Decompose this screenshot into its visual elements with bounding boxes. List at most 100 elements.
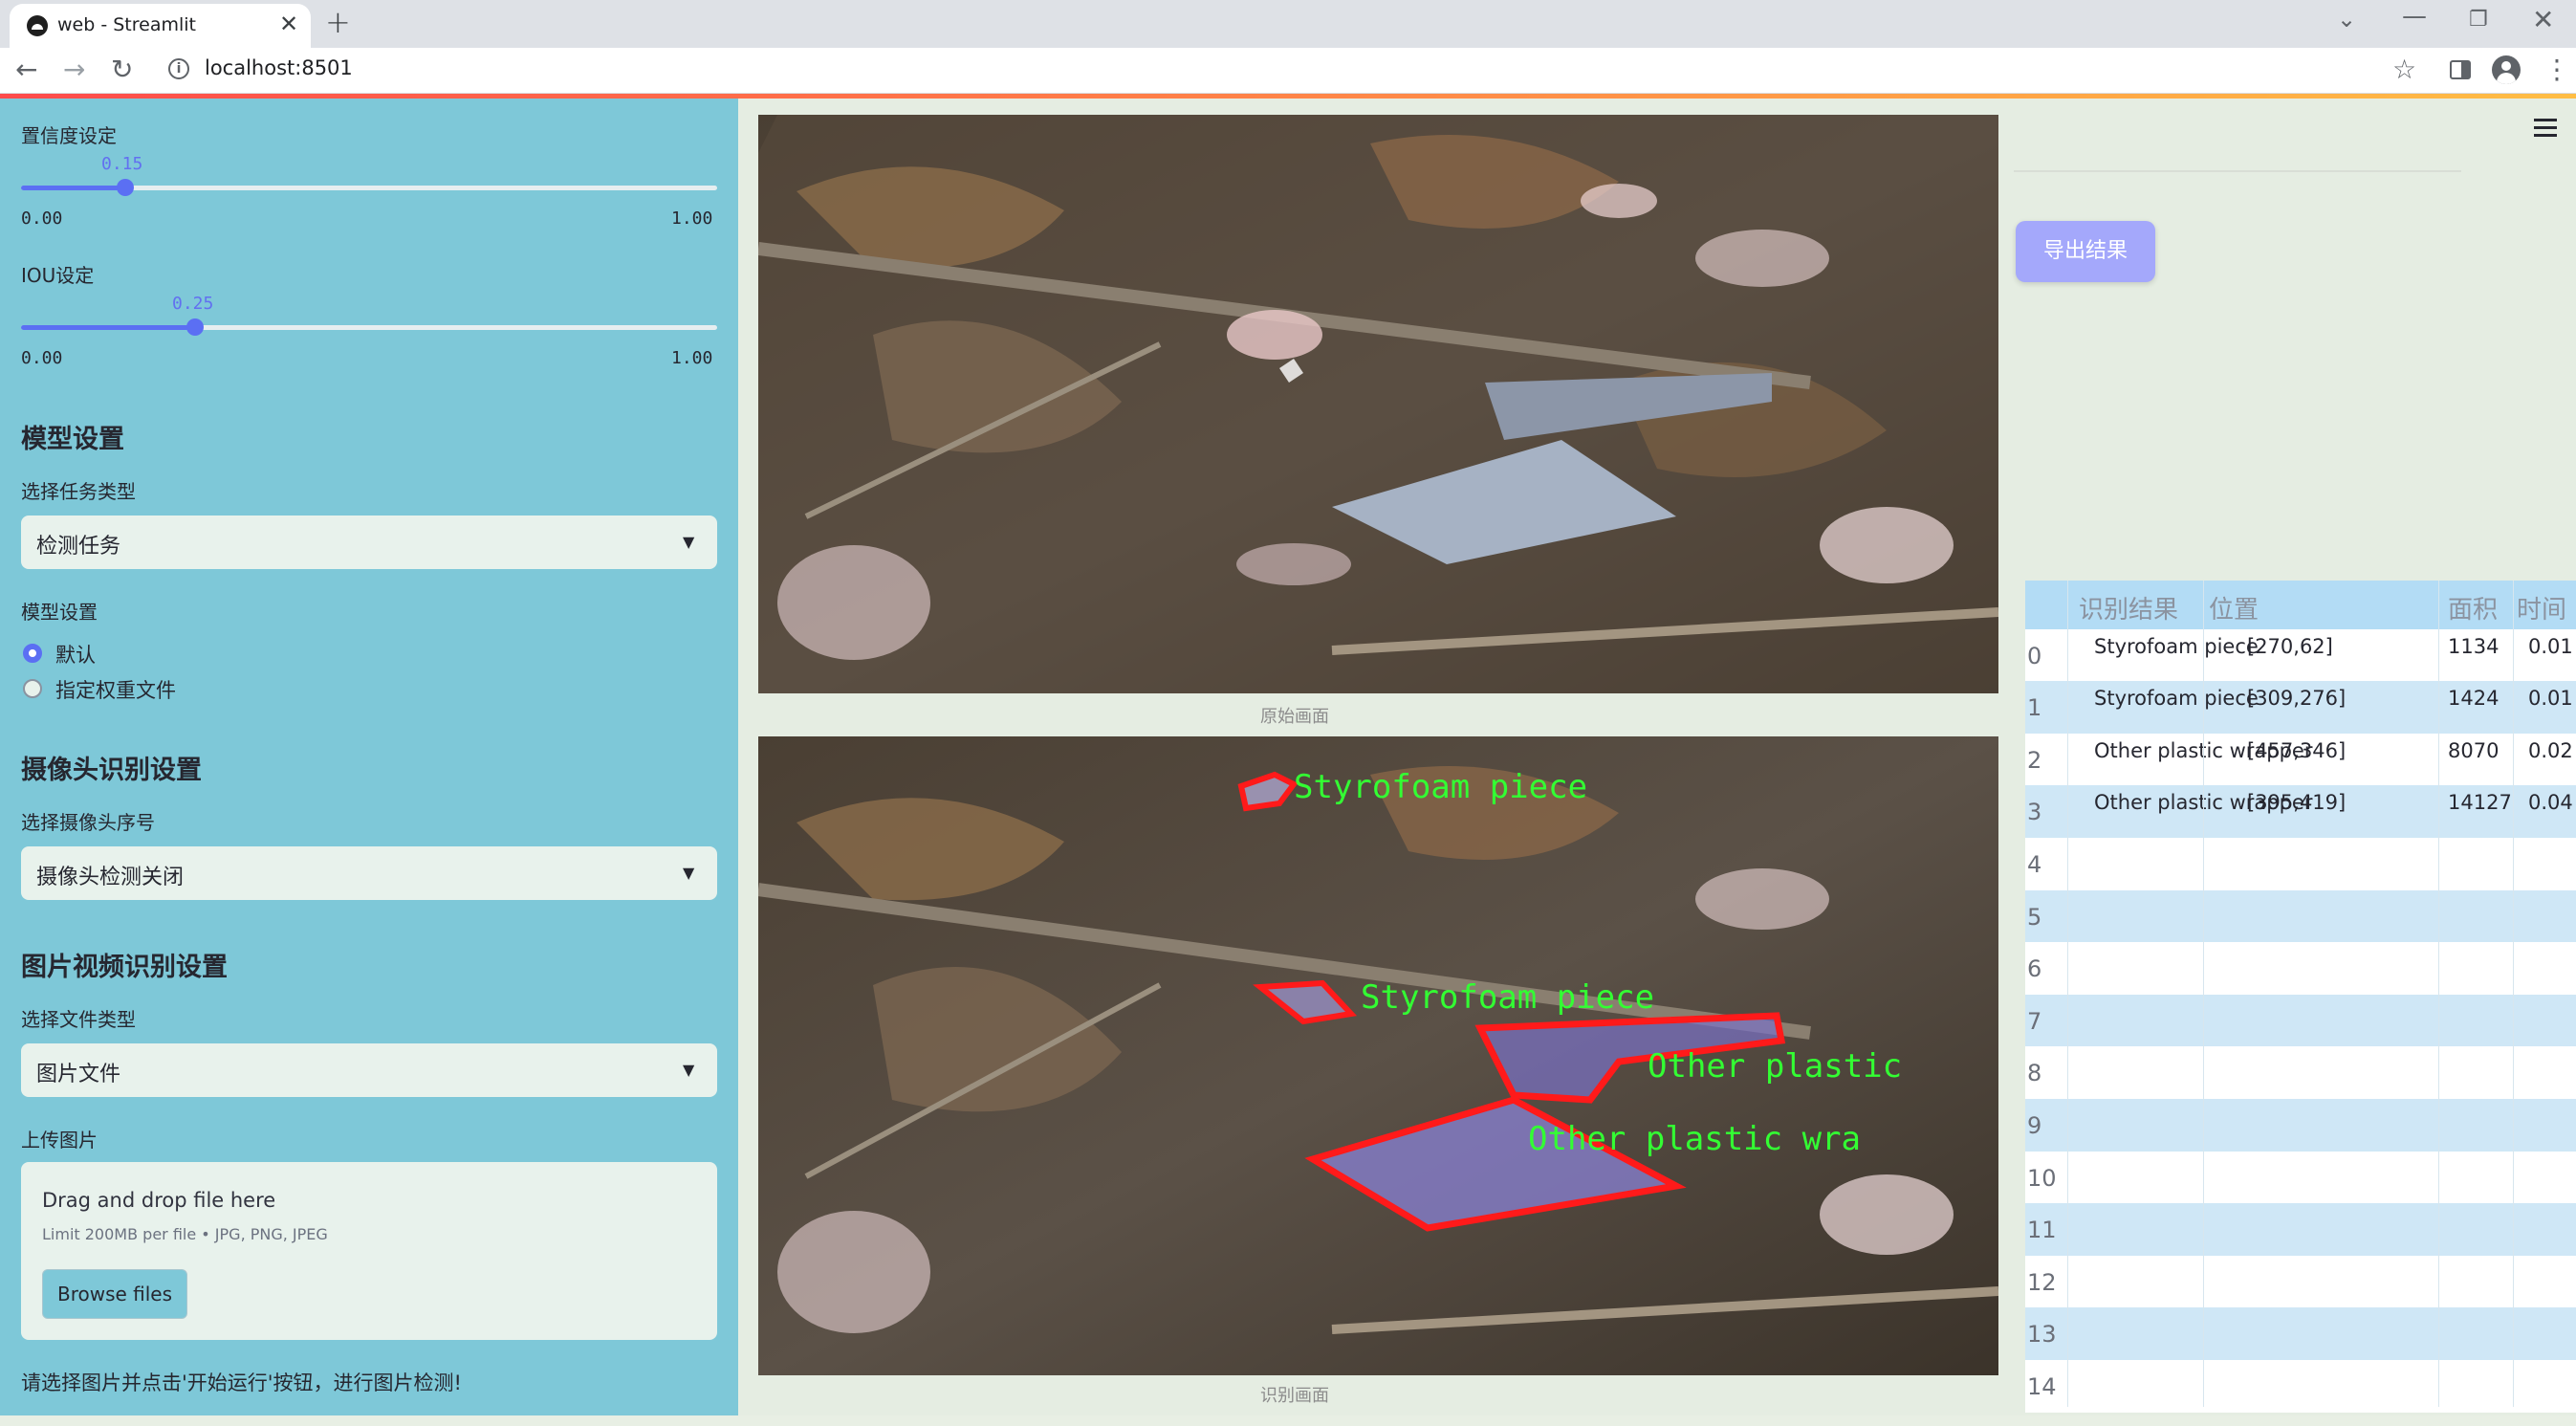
media-settings-header: 图片视频识别设置	[21, 953, 228, 982]
model-option-label: 模型设置	[21, 601, 98, 624]
browser-toolbar	[0, 48, 2576, 94]
table-row[interactable]: 6	[2025, 942, 2576, 995]
streamlit-favicon-icon	[27, 15, 48, 36]
table-cell-time: 0.02	[2528, 738, 2573, 762]
table-row[interactable]: 9	[2025, 1099, 2576, 1152]
side-panel-icon[interactable]	[2450, 60, 2471, 79]
back-arrow-icon[interactable]: ←	[15, 54, 37, 85]
camera-select-value: 摄像头检测关闭	[36, 866, 185, 889]
result-image: Styrofoam piece Styrofoam piece Other pl…	[758, 736, 1998, 1375]
confidence-value: 0.15	[101, 154, 143, 174]
table-cell-pos: [309,276]	[2247, 687, 2347, 711]
radio-default-label: 默认	[55, 644, 96, 667]
window-minimize-icon[interactable]: —	[2402, 2, 2427, 31]
profile-avatar-icon[interactable]	[2492, 55, 2521, 84]
dropzone-limit: Limit 200MB per file • JPG, PNG, JPEG	[42, 1225, 328, 1243]
detection-label-2: Styrofoam piece	[1361, 978, 1654, 1017]
table-cell-area: 8070	[2448, 738, 2500, 762]
confidence-label: 置信度设定	[21, 124, 117, 147]
new-tab-icon[interactable]: +	[325, 4, 351, 40]
file-type-select[interactable]: 图片文件 ▼	[21, 1043, 717, 1097]
detection-label-4: Other plastic wra	[1528, 1120, 1861, 1158]
table-row[interactable]: 12	[2025, 1255, 2576, 1308]
browser-tab[interactable]: web - Streamlit ✕	[10, 4, 311, 48]
iou-value: 0.25	[172, 294, 214, 314]
site-info-icon[interactable]: i	[168, 58, 189, 79]
file-type-label: 选择文件类型	[21, 1008, 136, 1031]
address-bar[interactable]: localhost:8501	[205, 56, 353, 79]
task-type-value: 检测任务	[36, 535, 121, 559]
table-cell-area: 14127	[2448, 791, 2512, 815]
table-row[interactable]: 8	[2025, 1046, 2576, 1099]
table-cell-pos: [457,346]	[2247, 738, 2347, 762]
table-cell-idx: 14	[2027, 1373, 2057, 1400]
table-row[interactable]: 7	[2025, 994, 2576, 1047]
task-type-select[interactable]: 检测任务 ▼	[21, 516, 717, 569]
camera-settings-header: 摄像头识别设置	[21, 756, 202, 785]
tab-close-icon[interactable]: ✕	[279, 11, 298, 37]
divider	[2014, 170, 2461, 172]
table-row[interactable]: 13	[2025, 1307, 2576, 1360]
camera-index-label: 选择摄像头序号	[21, 811, 155, 834]
reload-icon[interactable]: ↻	[111, 54, 133, 85]
table-cell-time: 0.01	[2528, 687, 2573, 711]
table-header-row: 识别结果 位置 面积 时间	[2025, 581, 2576, 633]
table-row[interactable]: 2 Other plastic wrapper [457,346] 8070 0.02	[2025, 733, 2576, 786]
table-row[interactable]: 0 Styrofoam piece [270,62] 1134 0.01	[2025, 628, 2576, 682]
table-row[interactable]: 4	[2025, 838, 2576, 890]
window-close-icon[interactable]: ✕	[2532, 4, 2554, 35]
file-type-value: 图片文件	[36, 1063, 121, 1086]
column-divider	[2203, 581, 2204, 1407]
detection-label-3: Other plastic	[1648, 1047, 1902, 1086]
detection-label-1: Styrofoam piece	[1294, 768, 1587, 806]
confidence-min: 0.00	[21, 208, 63, 229]
iou-slider-thumb[interactable]	[186, 318, 204, 336]
table-row[interactable]: 10	[2025, 1151, 2576, 1204]
table-cell-area: 1424	[2448, 687, 2500, 711]
table-cell-pos: [395,419]	[2247, 791, 2347, 815]
table-cell-area: 1134	[2448, 634, 2500, 658]
radio-custom-weights[interactable]	[23, 679, 42, 698]
table-cell-time: 0.01	[2528, 634, 2573, 658]
table-cell-result: Styrofoam piece	[2094, 634, 2259, 658]
bookmark-star-icon[interactable]: ☆	[2392, 54, 2416, 85]
chevron-down-icon: ▼	[683, 533, 695, 551]
model-settings-header: 模型设置	[21, 425, 124, 454]
table-cell-result: Styrofoam piece	[2094, 687, 2259, 711]
export-results-button[interactable]: 导出结果	[2016, 221, 2155, 282]
chevron-down-icon: ▼	[683, 864, 695, 882]
task-type-label: 选择任务类型	[21, 480, 136, 503]
browser-tab-bar	[0, 0, 2576, 48]
table-row[interactable]: 14	[2025, 1360, 2576, 1413]
confidence-slider-fill	[21, 186, 126, 190]
radio-default[interactable]	[23, 644, 42, 663]
tab-search-chevron-icon[interactable]: ⌄	[2337, 6, 2356, 33]
upload-label: 上传图片	[21, 1129, 98, 1152]
column-divider	[2513, 581, 2514, 1407]
table-row[interactable]: 3 Other plastic wrapper [395,419] 14127 0.04	[2025, 785, 2576, 838]
result-caption: 识别画面	[1260, 1386, 1329, 1406]
iou-max: 1.00	[671, 348, 713, 368]
browse-files-button[interactable]: Browse files	[42, 1269, 187, 1319]
table-cell-pos: [270,62]	[2247, 634, 2333, 658]
hint-text: 请选择图片并点击'开始运行'按钮，进行图片检测!	[21, 1371, 462, 1394]
camera-select[interactable]: 摄像头检测关闭 ▼	[21, 846, 717, 900]
original-caption: 原始画面	[1260, 707, 1329, 727]
radio-custom-weights-label: 指定权重文件	[55, 679, 176, 702]
column-divider	[2067, 581, 2068, 1407]
table-cell-time: 0.04	[2528, 791, 2573, 815]
original-image	[758, 115, 1998, 693]
table-row[interactable]: 11	[2025, 1203, 2576, 1256]
confidence-max: 1.00	[671, 208, 713, 229]
iou-label: IOU设定	[21, 264, 95, 287]
table-row[interactable]: 5	[2025, 889, 2576, 943]
forward-arrow-icon[interactable]: →	[63, 54, 85, 85]
tab-title: web - Streamlit	[57, 14, 196, 35]
window-restore-icon[interactable]: ❐	[2469, 8, 2488, 32]
table-row[interactable]: 1 Styrofoam piece [309,276] 1424 0.01	[2025, 681, 2576, 734]
dropzone-text: Drag and drop file here	[42, 1189, 276, 1212]
browser-menu-icon[interactable]: ⋮	[2543, 54, 2570, 85]
app-menu-icon[interactable]	[2534, 119, 2557, 142]
iou-min: 0.00	[21, 348, 63, 368]
column-divider	[2438, 581, 2439, 1407]
